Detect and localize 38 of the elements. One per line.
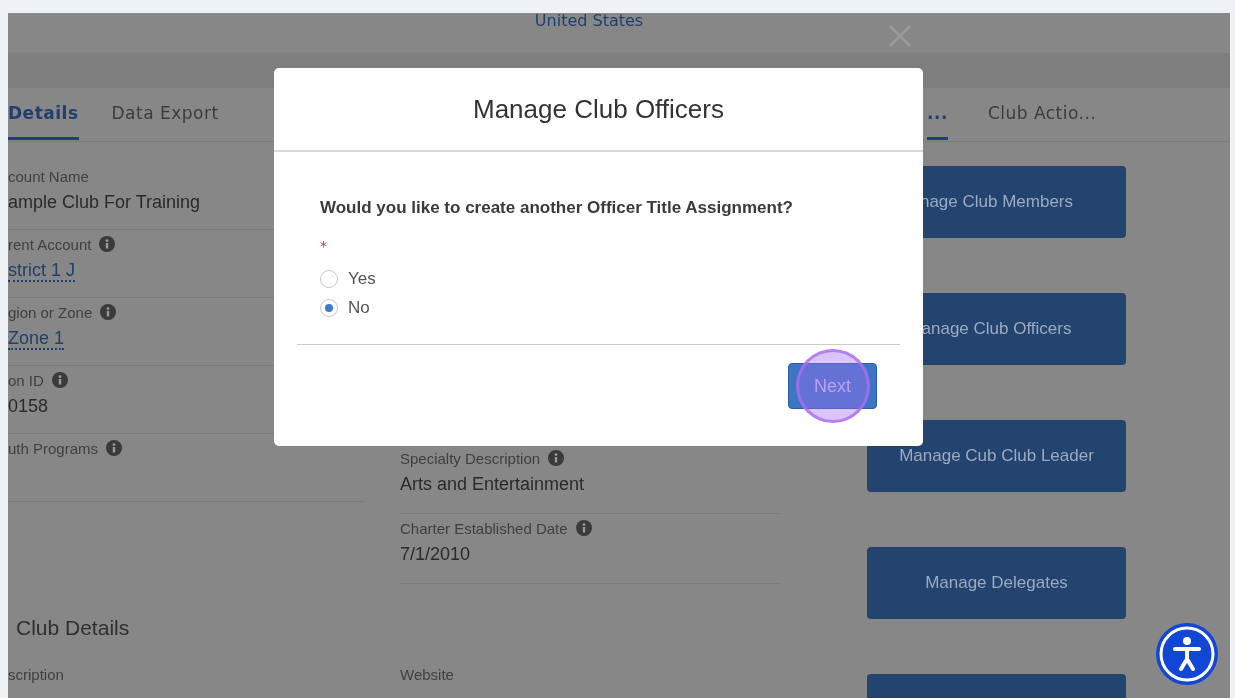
info-icon[interactable]	[548, 450, 565, 466]
option-label[interactable]: No	[348, 297, 370, 318]
tab[interactable]: Data Export	[111, 89, 219, 140]
field-value: 7/1/2010	[400, 544, 471, 564]
field-label: Charter Established Date	[400, 519, 568, 537]
tab[interactable]: Details	[8, 89, 79, 140]
info-icon[interactable]	[51, 372, 68, 388]
info-icon[interactable]	[575, 520, 592, 536]
field-label: on ID	[8, 371, 44, 389]
required-mark: *	[320, 238, 328, 256]
field-label: gion or Zone	[8, 303, 93, 321]
tab[interactable]: ...	[927, 89, 948, 140]
question-text: Would you like to create another Officer Title Assignment?	[320, 198, 794, 218]
info-icon[interactable]	[99, 236, 116, 252]
field-label: Website	[400, 666, 455, 683]
action-button[interactable]: Manage Cub Club Leader	[867, 420, 1126, 492]
field-label: rent Account	[8, 235, 92, 253]
action-button[interactable]: Manage Delegates	[867, 547, 1126, 619]
info-icon[interactable]	[100, 304, 117, 320]
field-value: ample Club For Training	[8, 192, 201, 212]
field-label: uth Programs	[8, 439, 99, 457]
tab[interactable]: Club Actio...	[987, 89, 1097, 140]
field-label: Specialty Description	[400, 449, 541, 467]
field-value: 0158	[8, 396, 49, 416]
info-icon[interactable]	[106, 440, 123, 456]
radio-button[interactable]	[320, 269, 338, 288]
accessibility-icon[interactable]	[1155, 622, 1219, 686]
field-link[interactable]: Zone 1	[8, 328, 65, 350]
field-label: scription	[8, 666, 65, 683]
modal-title: Manage Club Officers	[473, 93, 724, 125]
radio-button[interactable]	[320, 298, 338, 317]
next-button[interactable]: Next	[788, 363, 877, 409]
field-link[interactable]: strict 1 J	[8, 260, 75, 282]
section-heading: Club Details	[16, 616, 131, 640]
field-label: count Name	[8, 167, 89, 185]
option-label[interactable]: Yes	[348, 268, 376, 289]
country-text: United States	[534, 13, 644, 32]
field-value: Arts and Entertainment	[400, 474, 585, 494]
